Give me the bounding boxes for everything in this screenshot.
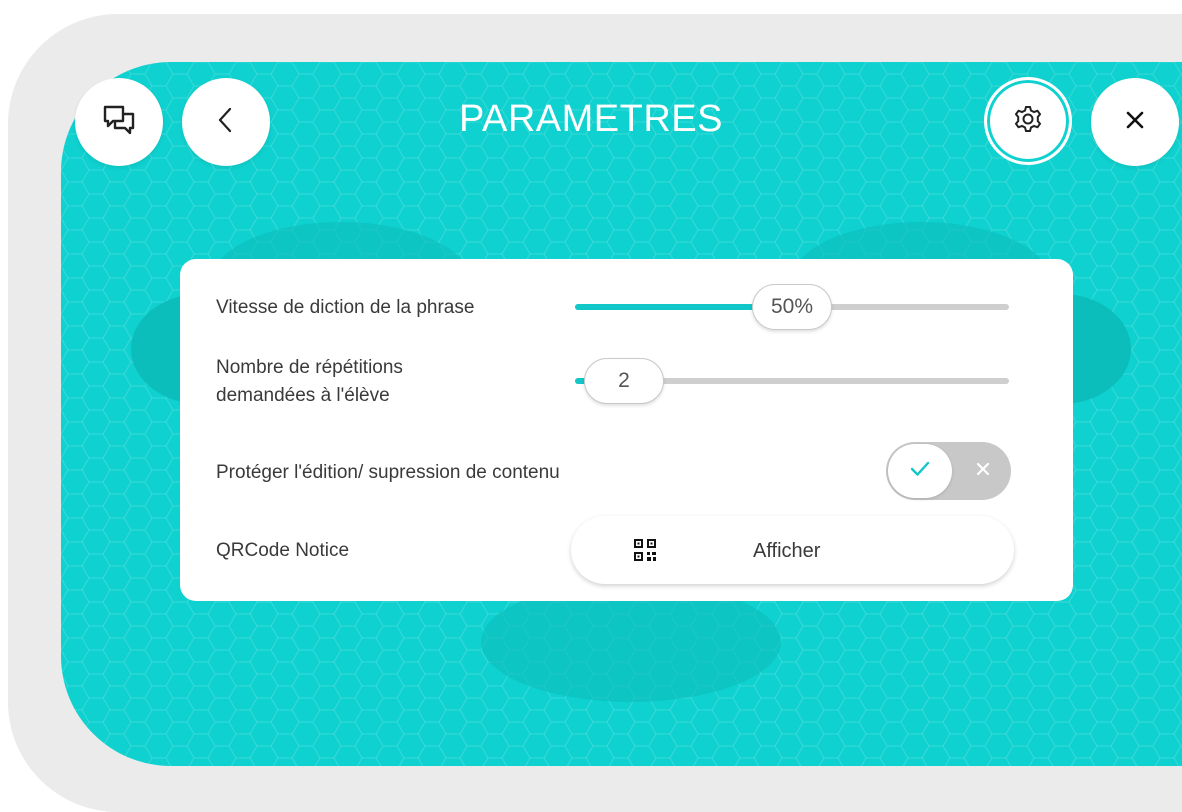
protect-toggle-on[interactable] [888,444,952,498]
check-icon [909,460,931,483]
qrcode-icon [633,538,657,567]
repetitions-slider-thumb[interactable]: 2 [584,358,664,404]
show-qrcode-label: Afficher [753,540,821,562]
protect-label: Protéger l'édition/ supression de conten… [216,462,560,483]
repetitions-label-line1: Nombre de répétitions [216,357,403,378]
settings-button[interactable] [984,77,1072,165]
repetitions-label-line2: demandées à l'élève [216,385,390,406]
close-icon [1123,108,1147,137]
speed-label: Vitesse de diction de la phrase [216,297,475,318]
close-button[interactable] [1091,78,1179,166]
cross-icon [975,461,991,482]
speed-slider-thumb[interactable]: 50% [752,284,832,330]
protect-toggle-off[interactable] [958,444,1008,498]
speed-slider-fill [575,304,765,310]
gear-icon [1013,104,1043,139]
qrcode-label: QRCode Notice [216,540,350,561]
